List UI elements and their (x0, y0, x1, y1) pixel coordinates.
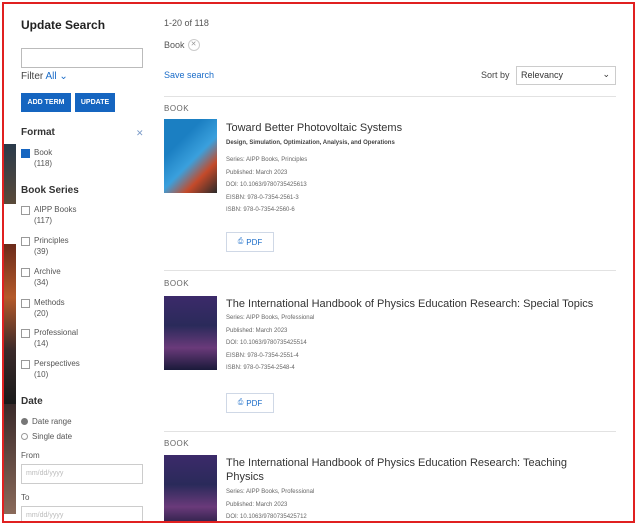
checkbox-icon[interactable] (21, 237, 30, 246)
result-title-link[interactable]: The International Handbook of Physics Ed… (226, 297, 606, 311)
update-button[interactable]: UPDATE (75, 93, 115, 112)
filter-label: Filter (21, 71, 44, 82)
search-input[interactable] (21, 48, 143, 68)
radio-single-date[interactable]: Single date (21, 432, 72, 441)
result-title-link[interactable]: The International Handbook of Physics Ed… (226, 456, 606, 484)
facet-book[interactable]: Book (118) (21, 147, 52, 169)
chevron-down-icon: ⌄ (602, 69, 610, 79)
result-type: BOOK (164, 104, 190, 113)
divider (164, 96, 616, 97)
pdf-button[interactable]: ⎙ PDF (226, 232, 274, 252)
to-date-input[interactable]: mm/dd/yyyy (21, 506, 143, 521)
divider (164, 270, 616, 271)
active-filter-chip[interactable]: Book ✕ (164, 39, 200, 51)
from-date-input[interactable]: mm/dd/yyyy (21, 464, 143, 484)
pdf-button[interactable]: ⎙ PDF (226, 393, 274, 413)
close-icon[interactable]: ✕ (187, 39, 200, 51)
save-search-link[interactable]: Save search (164, 70, 214, 80)
screenshot-frame: Update Search Filter All ⌄ ADD TERM UPDA… (2, 2, 635, 523)
pdf-icon: ⎙ (237, 238, 244, 245)
facet-methods[interactable]: Methods (20) (21, 297, 65, 319)
checkbox-icon[interactable] (21, 149, 30, 158)
result-type: BOOK (164, 439, 190, 448)
close-icon[interactable]: ✕ (136, 128, 144, 139)
book-cover[interactable] (164, 455, 217, 521)
facet-perspectives[interactable]: Perspectives (10) (21, 358, 80, 380)
radio-date-range[interactable]: Date range (21, 417, 72, 426)
facet-principles[interactable]: Principles (39) (21, 235, 69, 257)
facet-professional[interactable]: Professional (14) (21, 327, 78, 349)
book-series-title: Book Series (21, 185, 79, 196)
result-subtitle: Design, Simulation, Optimization, Analys… (226, 140, 395, 146)
background-image-strip (4, 4, 16, 521)
checkbox-icon[interactable] (21, 329, 30, 338)
from-label: From (21, 451, 40, 460)
chevron-down-icon: ⌄ (59, 71, 68, 82)
checkbox-icon[interactable] (21, 299, 30, 308)
sort-label: Sort by (481, 70, 510, 80)
checkbox-icon[interactable] (21, 360, 30, 369)
result-title-link[interactable]: Toward Better Photovoltaic Systems (226, 121, 606, 135)
pdf-icon: ⎙ (237, 399, 244, 406)
result-meta: Series: AIPP Books, Professional Publish… (226, 315, 315, 371)
book-cover[interactable] (164, 296, 217, 370)
result-type: BOOK (164, 279, 190, 288)
sort-select[interactable]: Relevancy ⌄ (516, 66, 616, 85)
results-main: 1-20 of 118 Book ✕ Save search Sort by Re… (164, 4, 622, 521)
to-label: To (21, 493, 30, 502)
divider (164, 431, 616, 432)
checkbox-icon[interactable] (21, 206, 30, 215)
result-meta: Series: AIPP Books, Principles Published… (226, 157, 308, 213)
filter-dropdown[interactable]: All ⌄ (45, 71, 67, 82)
checkbox-icon[interactable] (21, 268, 30, 277)
result-count: 1-20 of 118 (164, 18, 209, 28)
result-meta: Series: AIPP Books, Professional Publish… (226, 489, 315, 520)
search-sidebar: Update Search Filter All ⌄ ADD TERM UPDA… (18, 4, 148, 521)
facet-archive[interactable]: Archive (34) (21, 266, 61, 288)
book-cover[interactable] (164, 119, 217, 193)
date-title: Date (21, 396, 43, 407)
format-title: Format (21, 127, 55, 138)
facet-aipp-books[interactable]: AIPP Books (117) (21, 204, 77, 226)
add-term-button[interactable]: ADD TERM (21, 93, 71, 112)
filter-row: Filter All ⌄ (21, 71, 68, 82)
sidebar-heading: Update Search (21, 18, 106, 32)
